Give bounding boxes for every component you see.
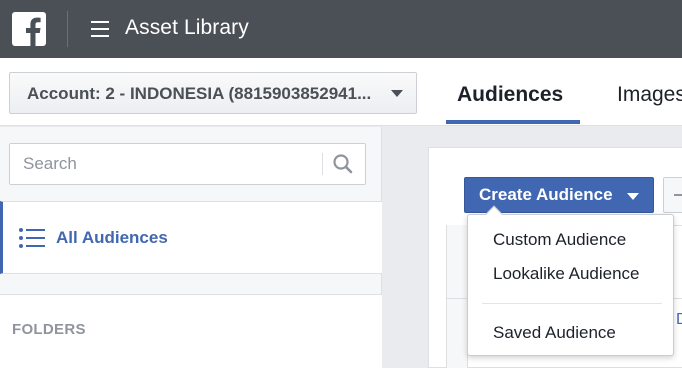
- folders-panel: FOLDERS: [0, 295, 382, 368]
- menu-item-lookalike-audience[interactable]: Lookalike Audience: [493, 264, 640, 284]
- table-checkbox-column: [446, 225, 468, 368]
- sidebar: All Audiences FOLDERS: [0, 127, 382, 368]
- chevron-down-icon: [627, 193, 639, 200]
- account-select[interactable]: Account: 2 - INDONESIA (8815903852941...: [9, 72, 417, 114]
- account-select-label: Account: 2 - INDONESIA (8815903852941...: [27, 84, 372, 103]
- facebook-logo-icon[interactable]: [12, 12, 46, 46]
- top-bar: Asset Library: [0, 0, 682, 58]
- menu-item-saved-audience[interactable]: Saved Audience: [493, 323, 616, 343]
- tab-images[interactable]: Images: [617, 83, 682, 107]
- search-box: [9, 143, 366, 185]
- search-icon[interactable]: [332, 153, 354, 175]
- sidebar-item-all-audiences[interactable]: All Audiences: [0, 201, 382, 274]
- secondary-toolbar-button[interactable]: [663, 177, 682, 213]
- menu-divider: [482, 303, 662, 304]
- app-title: Asset Library: [125, 16, 249, 39]
- sidebar-item-label: All Audiences: [56, 228, 168, 247]
- table-cell-link[interactable]: D: [676, 311, 682, 329]
- search-divider: [322, 153, 323, 175]
- active-tab-indicator: [446, 120, 580, 124]
- search-input[interactable]: [10, 144, 322, 184]
- minus-icon: [674, 194, 682, 196]
- folders-title: FOLDERS: [12, 321, 86, 338]
- create-audience-label: Create Audience: [479, 185, 613, 204]
- create-audience-dropdown: Custom Audience Lookalike Audience Saved…: [467, 205, 674, 356]
- list-icon: [19, 228, 45, 248]
- menu-item-custom-audience[interactable]: Custom Audience: [493, 230, 626, 250]
- tab-audiences[interactable]: Audiences: [457, 83, 563, 107]
- topbar-divider: [67, 11, 68, 47]
- chevron-down-icon: [391, 90, 403, 97]
- account-row: Account: 2 - INDONESIA (8815903852941...…: [0, 58, 682, 126]
- hamburger-menu-icon[interactable]: [91, 21, 109, 37]
